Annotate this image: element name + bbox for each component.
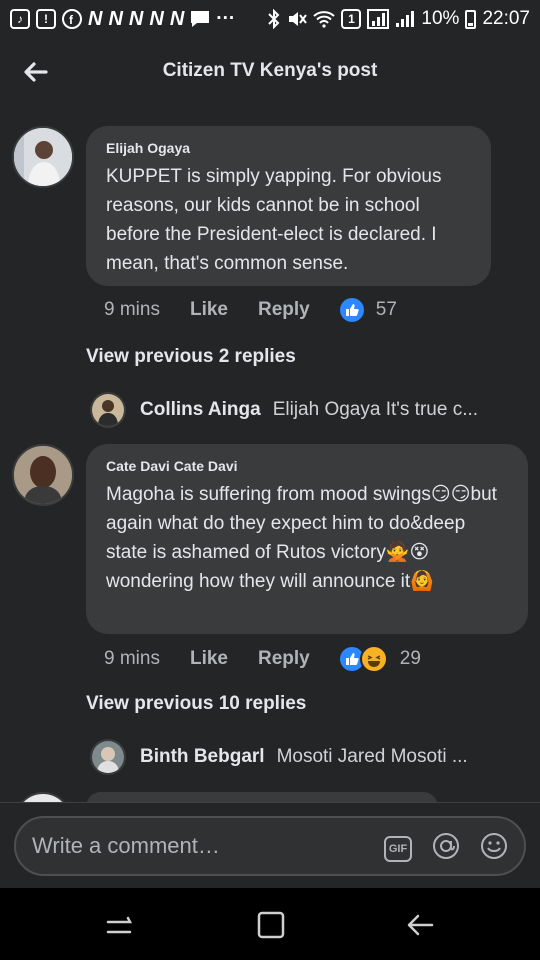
reaction-count[interactable]: 57 [376,299,397,321]
mute-icon [287,9,308,29]
person-gesturing-no-emoji: 🙅 [385,542,410,563]
comment-text: KUPPET is simply yapping. For obvious re… [106,166,442,274]
person-gesturing-ok-emoji: 🙆 [410,571,434,592]
comment-bubble: Elijah Ogaya KUPPET is simply yapping. F… [86,126,491,286]
comment-text-segment: Magoha is suffering from mood swings [106,484,431,505]
smirk-emoji: 😏 [430,484,451,505]
wifi-icon [313,9,336,29]
avatar[interactable] [12,126,74,188]
dizzy-face-emoji: 😵 [409,542,430,563]
gif-button[interactable]: GIF [384,835,412,862]
user-photo-icon [14,128,72,186]
emoji-button[interactable] [480,832,508,865]
system-navigation-bar [0,888,540,960]
message-icon [190,9,210,29]
comment-bubble: Cate Davi Cate Davi Magoha is suffering … [86,444,528,634]
signal-icon [367,9,390,29]
notification-n-icon: N [149,7,164,30]
battery-icon [465,9,477,29]
comment-author[interactable]: Cate Davi Cate Davi [106,458,508,474]
comment-time: 9 mins [104,299,160,320]
at-sign-icon [433,833,459,859]
comment-composer[interactable]: GIF [14,816,526,876]
svg-text:f: f [69,13,74,27]
comment-actions: 9 mins Like Reply 29 [104,645,421,673]
user-photo-icon [92,394,124,426]
tiktok-icon: ♪ [10,9,30,29]
page-title: Citizen TV Kenya's post [162,60,378,81]
reply-author: Binth Bebgarl [140,746,265,767]
notification-n-icon: N [108,7,123,30]
more-notifications-icon: ··· [216,8,236,29]
battery-percent: 10% [421,8,460,29]
reply-author: Collins Ainga [140,399,261,420]
post-header: Citizen TV Kenya's post [0,38,540,106]
comment-time: 9 mins [104,648,160,669]
comment-input[interactable] [32,833,362,859]
signal-strength-icon [395,9,415,29]
alert-icon: ! [36,9,56,29]
bluetooth-icon [267,9,281,29]
notification-n-icon: N [88,7,103,30]
haha-reaction-icon[interactable] [359,645,388,673]
reply-preview[interactable]: Binth Bebgarl Mosoti Jared Mosoti ... [90,739,468,775]
recents-button[interactable] [100,910,140,940]
like-reaction-icon[interactable] [339,298,364,322]
view-previous-replies-link[interactable]: View previous 2 replies [86,346,296,368]
like-button[interactable]: Like [190,299,228,321]
notification-n-icon: N [128,7,144,30]
home-icon [257,911,285,939]
status-bar: ♪ ! f N N N N N ··· 1 10% 22:07 [0,0,540,38]
user-photo-icon [14,446,72,504]
comment-actions: 9 mins Like Reply 57 [104,298,397,322]
smiley-icon [481,833,507,859]
system-back-icon [407,914,434,936]
avatar [90,739,126,775]
facebook-icon: f [62,9,82,29]
comment-text: Magoha is suffering from mood swings😏😏bu… [106,480,508,596]
reply-snippet: Mosoti Jared Mosoti ... [276,746,468,767]
system-back-button[interactable] [402,910,442,940]
user-photo-icon [92,741,124,773]
like-button[interactable]: Like [190,648,228,670]
reaction-count[interactable]: 29 [400,648,421,670]
smirk-emoji: 😏 [450,484,471,505]
notification-n-icon: N [169,7,185,30]
sim-icon: 1 [341,9,362,29]
view-previous-replies-link[interactable]: View previous 10 replies [86,693,306,715]
home-button[interactable] [252,910,292,940]
avatar[interactable] [12,444,74,506]
reply-snippet: Elijah Ogaya It's true c... [272,399,479,420]
clock: 22:07 [482,8,530,29]
comment-text-segment: wondering how they will announce it [106,571,411,592]
reply-preview[interactable]: Collins Ainga Elijah Ogaya It's true c..… [90,392,478,428]
mention-button[interactable] [432,832,460,865]
recents-icon [106,916,133,934]
reply-button[interactable]: Reply [258,299,310,321]
reply-button[interactable]: Reply [258,648,310,670]
avatar [90,392,126,428]
comment-author[interactable]: Elijah Ogaya [106,140,471,156]
